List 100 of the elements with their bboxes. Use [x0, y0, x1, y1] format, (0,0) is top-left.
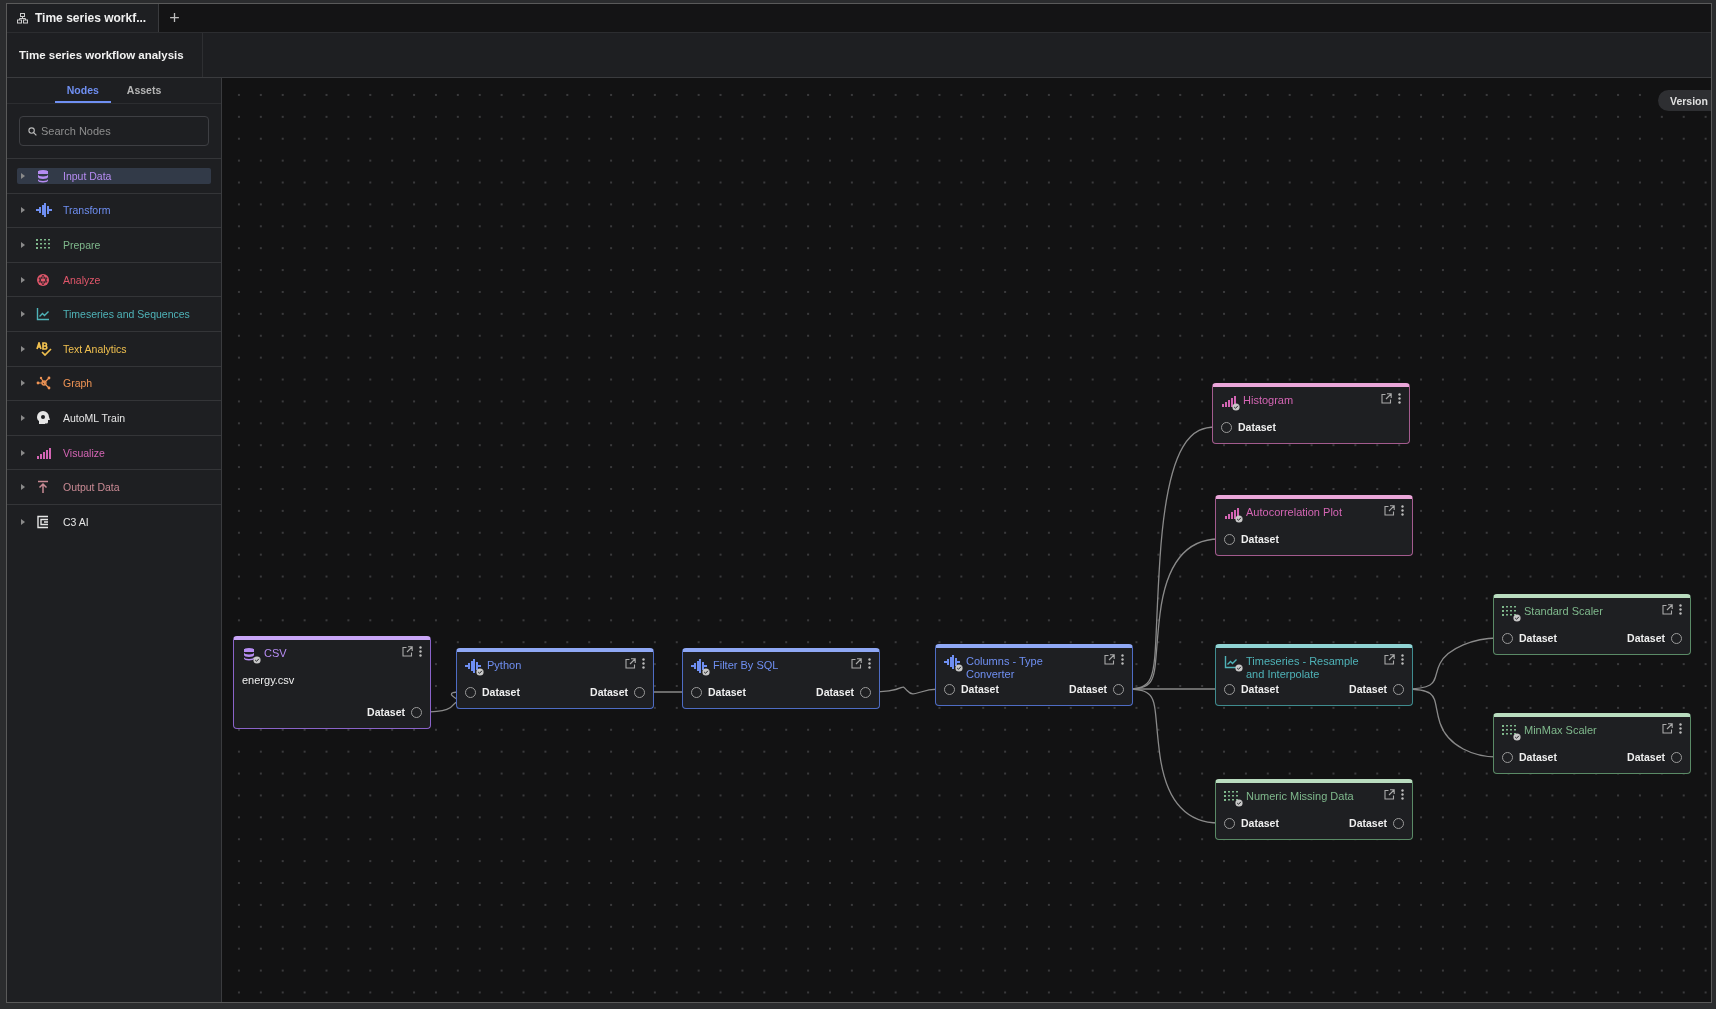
- workflow-node[interactable]: Columns - Type Converter Dataset Dataset: [935, 644, 1133, 706]
- node-title: Autocorrelation Plot: [1246, 505, 1343, 519]
- port-label: Dataset: [1069, 683, 1107, 695]
- workflow-node[interactable]: Filter By SQL Dataset Dataset: [682, 648, 880, 709]
- more-options-icon[interactable]: [1398, 393, 1401, 404]
- document-tab[interactable]: Time series workf...: [7, 4, 160, 32]
- open-external-icon[interactable]: [625, 658, 636, 669]
- more-options-icon[interactable]: [1401, 654, 1404, 665]
- category-item[interactable]: Graph: [17, 375, 211, 392]
- port-label: Dataset: [1241, 683, 1279, 695]
- open-external-icon[interactable]: [402, 646, 413, 657]
- more-options-icon[interactable]: [419, 646, 422, 657]
- category-item[interactable]: Transform: [17, 202, 211, 219]
- check-icon: [1513, 733, 1521, 741]
- open-external-icon[interactable]: [1384, 789, 1395, 800]
- panel-tab[interactable]: Assets: [114, 78, 174, 103]
- open-external-icon[interactable]: [1662, 604, 1673, 615]
- caret-icon: [21, 414, 25, 421]
- check-icon: [955, 664, 963, 672]
- more-options-icon[interactable]: [1121, 654, 1124, 665]
- port-label: Dataset: [961, 683, 999, 695]
- output-port[interactable]: [634, 686, 645, 698]
- category-item[interactable]: Analyze: [17, 271, 211, 288]
- check-icon: [702, 668, 710, 676]
- input-port[interactable]: [1502, 751, 1513, 763]
- more-options-icon[interactable]: [1679, 604, 1682, 615]
- caret-icon: [21, 484, 25, 491]
- more-options-icon[interactable]: [868, 658, 871, 669]
- node-kind-icon: [1224, 790, 1240, 804]
- node-kind-icon: [691, 659, 707, 673]
- category-item[interactable]: Timeseries and Sequences: [17, 306, 211, 323]
- input-port[interactable]: [465, 686, 476, 698]
- workflow-node[interactable]: Standard Scaler Dataset Dataset: [1493, 594, 1691, 655]
- category-item[interactable]: Input Data: [17, 167, 211, 184]
- node-title: Columns - Type Converter: [966, 654, 1044, 681]
- workflow-node[interactable]: MinMax Scaler Dataset Dataset: [1493, 713, 1691, 774]
- search-field[interactable]: Search Nodes: [19, 116, 209, 146]
- output-port[interactable]: [1393, 817, 1404, 829]
- node-title: Histogram: [1243, 393, 1295, 407]
- input-port[interactable]: [1221, 421, 1232, 433]
- version-button[interactable]: Version: [1658, 90, 1711, 111]
- new-tab-button[interactable]: +: [159, 4, 190, 32]
- caret-icon: [21, 380, 25, 387]
- open-external-icon[interactable]: [1381, 393, 1392, 404]
- category-item[interactable]: Output Data: [17, 479, 211, 496]
- more-options-icon[interactable]: [1401, 505, 1404, 516]
- input-port[interactable]: [1502, 632, 1513, 644]
- port-label: Dataset: [708, 686, 746, 698]
- check-icon: [1235, 664, 1243, 672]
- port-label: Dataset: [816, 686, 854, 698]
- input-port[interactable]: [691, 686, 702, 698]
- more-options-icon[interactable]: [642, 658, 645, 669]
- caret-icon: [21, 518, 25, 525]
- workflow-node[interactable]: Timeseries - Resample and Interpolate Dataset Dataset: [1215, 644, 1413, 706]
- input-port[interactable]: [1224, 817, 1235, 829]
- open-external-icon[interactable]: [851, 658, 862, 669]
- category-item[interactable]: C3 AI: [17, 513, 211, 530]
- open-external-icon[interactable]: [1662, 723, 1673, 734]
- open-external-icon[interactable]: [1104, 654, 1115, 665]
- node-title: Standard Scaler: [1524, 604, 1604, 618]
- input-port[interactable]: [944, 683, 955, 695]
- workflow-node[interactable]: Autocorrelation Plot Dataset: [1215, 495, 1413, 556]
- check-icon: [1235, 799, 1243, 807]
- port-label: Dataset: [1349, 683, 1387, 695]
- category-item[interactable]: AutoML Train: [17, 409, 211, 426]
- category-item[interactable]: Visualize: [17, 444, 211, 461]
- output-port[interactable]: [1113, 683, 1124, 695]
- caret-icon: [21, 276, 25, 283]
- workflow-node[interactable]: Python Dataset Dataset: [456, 648, 654, 709]
- more-options-icon[interactable]: [1401, 789, 1404, 800]
- more-options-icon[interactable]: [1679, 723, 1682, 734]
- panel-tab[interactable]: Nodes: [54, 78, 111, 103]
- port-label: Dataset: [1349, 817, 1387, 829]
- caret-icon: [21, 207, 25, 214]
- category-item[interactable]: Prepare: [17, 237, 211, 253]
- input-port[interactable]: [1224, 683, 1235, 695]
- search-icon: [28, 127, 37, 136]
- check-icon: [253, 656, 261, 664]
- caret-icon: [21, 345, 25, 352]
- workflow-node[interactable]: CSV energy.csv Dataset: [233, 636, 431, 729]
- output-port[interactable]: [1393, 683, 1404, 695]
- node-title: Python: [487, 658, 523, 672]
- check-icon: [1232, 403, 1240, 411]
- node-title: CSV: [264, 646, 288, 660]
- workflow-node[interactable]: Numeric Missing Data Dataset Dataset: [1215, 779, 1413, 840]
- workflow-icon: [17, 12, 28, 24]
- node-kind-icon: [465, 659, 481, 673]
- output-port[interactable]: [860, 686, 871, 698]
- port-label: Dataset: [1627, 751, 1665, 763]
- open-external-icon[interactable]: [1384, 505, 1395, 516]
- check-icon: [1235, 515, 1243, 523]
- category-item[interactable]: Text Analytics: [17, 340, 211, 357]
- output-port[interactable]: [1671, 751, 1682, 763]
- input-port[interactable]: [1224, 533, 1235, 545]
- open-external-icon[interactable]: [1384, 654, 1395, 665]
- output-port[interactable]: [1671, 632, 1682, 644]
- node-kind-icon: [1224, 655, 1240, 669]
- workflow-node[interactable]: Histogram Dataset: [1212, 383, 1410, 444]
- port-label: Dataset: [1238, 421, 1276, 433]
- output-port[interactable]: [411, 706, 422, 718]
